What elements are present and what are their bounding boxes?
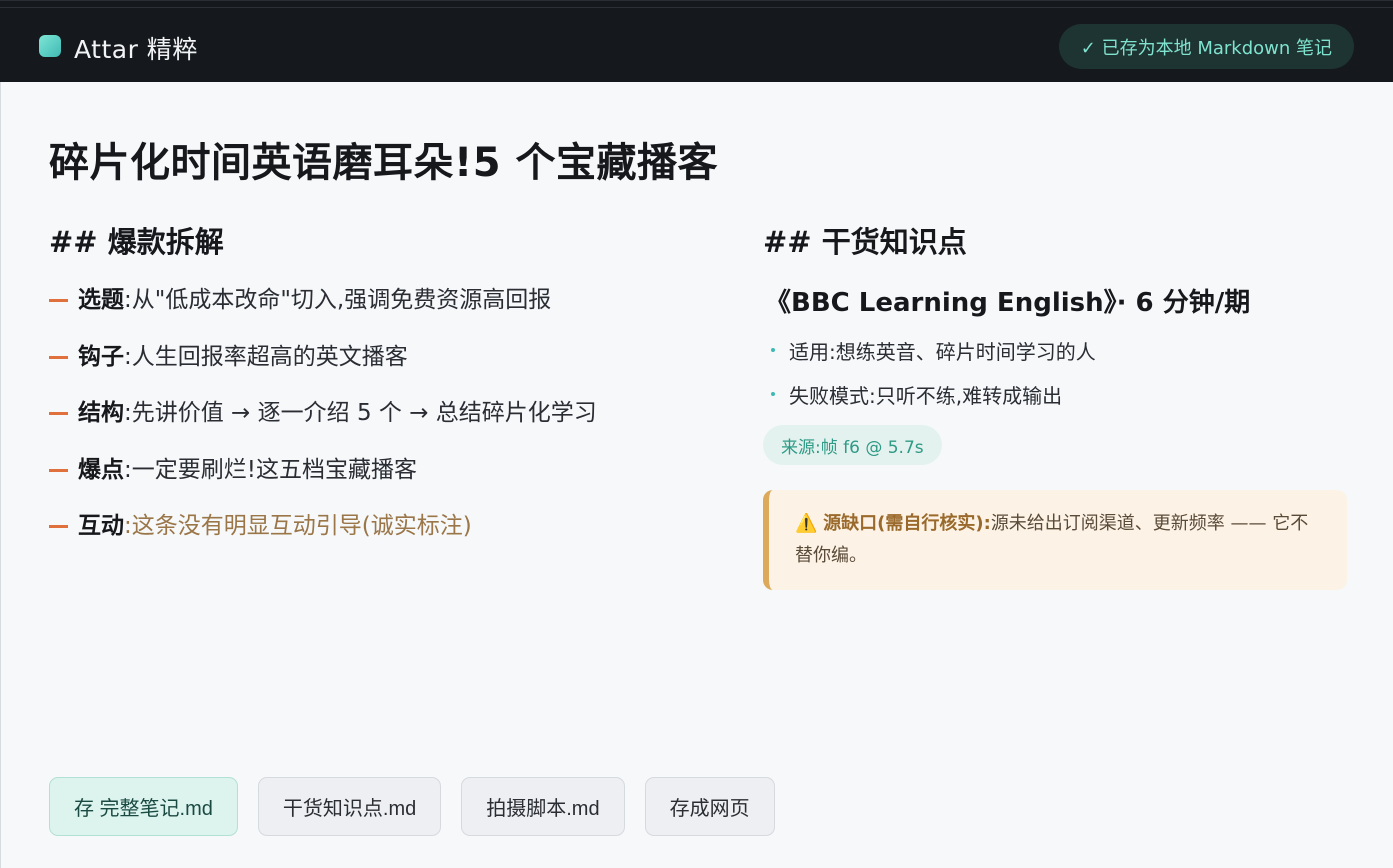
item-colon: :	[124, 513, 132, 539]
save-knowledge-button[interactable]: 干货知识点.md	[257, 777, 442, 836]
item-value: 这条没有明显互动引导(诚实标注)	[131, 513, 472, 539]
item-colon: :	[124, 343, 132, 370]
warning-title: 源缺口(需自行核实):	[823, 513, 991, 534]
main-content: 碎片化时间英语磨耳朵!5 个宝藏播客 ## 爆款拆解 选题:从"低成本改命"切入…	[0, 82, 1393, 868]
dash-icon	[49, 468, 68, 472]
list-item: 互动:这条没有明显互动引导(诚实标注)	[49, 508, 729, 565]
item-colon: :	[124, 287, 132, 313]
item-colon: :	[124, 400, 132, 426]
list-item: 失败模式:只听不练,难转成输出	[771, 372, 1096, 416]
item-key: 互动	[78, 513, 124, 539]
dash-icon	[49, 299, 68, 302]
item-key: 钩子	[78, 343, 124, 370]
list-item: 选题:从"低成本改命"切入,强调免费资源高回报	[49, 282, 729, 339]
list-item: 结构:先讲价值 → 逐一介绍 5 个 → 总结碎片化学习	[49, 395, 729, 452]
item-value: 人生回报率超高的英文播客	[131, 343, 408, 370]
save-webpage-button[interactable]: 存成网页	[644, 777, 775, 836]
knowledge-item-text: 失败模式:只听不练,难转成输出	[789, 383, 1063, 408]
item-key: 选题	[78, 287, 124, 313]
app-title: Attar 精粹	[74, 35, 198, 64]
top-bar: Attar 精粹 ✓ 已存为本地 Markdown 笔记	[0, 0, 1393, 82]
knowledge-item-text: 适用:想练英音、碎片时间学习的人	[789, 339, 1096, 364]
page-title: 碎片化时间英语磨耳朵!5 个宝藏播客	[49, 140, 718, 186]
breakdown-list: 选题:从"低成本改命"切入,强调免费资源高回报 钩子:人生回报率超高的英文播客 …	[49, 282, 729, 565]
bullet-dot-icon	[771, 348, 775, 352]
source-tag[interactable]: 来源:帧 f6 @ 5.7s	[763, 425, 942, 465]
item-value: 从"低成本改命"切入,强调免费资源高回报	[131, 287, 552, 313]
dash-icon	[49, 412, 68, 415]
warning-icon: ⚠️	[795, 513, 818, 534]
knowledge-list: 适用:想练英音、碎片时间学习的人 失败模式:只听不练,难转成输出	[771, 328, 1096, 416]
saved-status-badge: ✓ 已存为本地 Markdown 笔记	[1058, 24, 1354, 69]
breakdown-heading: ## 爆款拆解	[49, 225, 224, 259]
knowledge-title: 《BBC Learning English》· 6 分钟/期	[765, 288, 1251, 318]
item-value: 先讲价值 → 逐一介绍 5 个 → 总结碎片化学习	[131, 400, 597, 426]
save-full-note-button[interactable]: 存 完整笔记.md	[49, 777, 238, 836]
dash-icon	[49, 355, 68, 359]
source-gap-warning: ⚠️ 源缺口(需自行核实):源未给出订阅渠道、更新频率 —— 它不替你编。	[763, 490, 1347, 590]
item-key: 结构	[78, 400, 124, 426]
dash-icon	[49, 525, 68, 528]
list-item: 爆点:一定要刷烂!这五档宝藏播客	[49, 452, 729, 509]
app-logo-icon	[39, 35, 61, 57]
save-script-button[interactable]: 拍摄脚本.md	[461, 777, 625, 836]
item-key: 爆点	[78, 456, 124, 483]
item-value: 一定要刷烂!这五档宝藏播客	[131, 456, 417, 483]
top-divider	[0, 7, 1393, 8]
list-item: 钩子:人生回报率超高的英文播客	[49, 339, 729, 396]
action-bar: 存 完整笔记.md 干货知识点.md 拍摄脚本.md 存成网页	[49, 777, 775, 836]
bullet-dot-icon	[771, 392, 775, 396]
item-colon: :	[124, 456, 132, 483]
list-item: 适用:想练英音、碎片时间学习的人	[771, 328, 1096, 372]
knowledge-heading: ## 干货知识点	[763, 225, 967, 259]
